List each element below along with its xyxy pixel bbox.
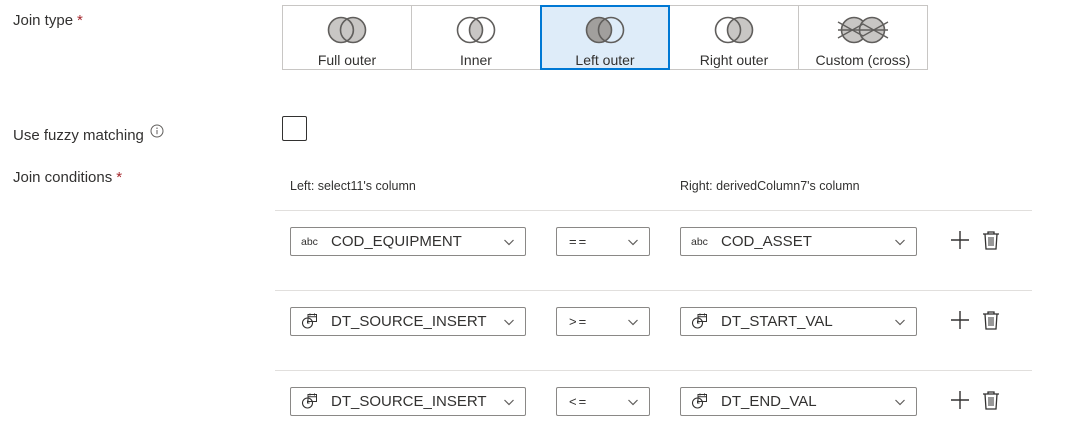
operator-dropdown[interactable]: <= — [556, 387, 650, 416]
right-column-value: COD_ASSET — [721, 233, 812, 250]
right-outer-join-icon — [714, 16, 754, 44]
fuzzy-matching-label-text: Use fuzzy matching — [13, 127, 144, 144]
required-mark: * — [77, 12, 83, 29]
join-option-label: Full outer — [317, 52, 377, 68]
chevron-down-icon — [504, 399, 514, 406]
fuzzy-matching-checkbox[interactable] — [282, 116, 307, 141]
abc-type-icon: abc — [691, 235, 708, 248]
join-option-label: Custom (cross) — [815, 52, 911, 68]
full-outer-join-icon — [327, 16, 367, 44]
right-column-header: Right: derivedColumn7's column — [680, 179, 860, 193]
operator-dropdown[interactable]: == — [556, 227, 650, 256]
chevron-down-icon — [504, 319, 514, 326]
join-conditions-label-text: Join conditions — [13, 169, 113, 186]
add-condition-icon[interactable] — [950, 230, 970, 250]
datetime-type-icon — [691, 313, 713, 330]
datetime-type-icon — [301, 393, 323, 410]
join-option-inner[interactable]: Inner — [411, 5, 541, 70]
required-mark: * — [116, 169, 123, 186]
add-condition-icon[interactable] — [950, 390, 970, 410]
delete-condition-icon[interactable] — [982, 230, 1000, 250]
chevron-down-icon — [895, 319, 905, 326]
divider — [275, 210, 1032, 211]
datetime-type-icon — [301, 313, 323, 330]
delete-condition-icon[interactable] — [982, 310, 1000, 330]
right-column-dropdown[interactable]: abc COD_ASSET — [680, 227, 917, 256]
join-conditions-label: Join conditions * — [13, 169, 122, 186]
join-option-left-outer[interactable]: Left outer — [540, 5, 670, 70]
chevron-down-icon — [504, 239, 514, 246]
divider — [275, 290, 1032, 291]
chevron-down-icon — [895, 399, 905, 406]
right-column-dropdown[interactable]: DT_END_VAL — [680, 387, 917, 416]
join-option-label: Right outer — [699, 52, 769, 68]
join-option-custom-cross[interactable]: Custom (cross) — [798, 5, 928, 70]
info-icon[interactable] — [150, 124, 164, 142]
left-column-value: DT_SOURCE_INSERT — [331, 393, 487, 410]
fuzzy-matching-label: Use fuzzy matching — [13, 124, 164, 144]
left-column-dropdown[interactable]: DT_SOURCE_INSERT — [290, 387, 526, 416]
chevron-down-icon — [895, 239, 905, 246]
join-option-label: Inner — [460, 52, 492, 68]
datetime-type-icon — [691, 393, 713, 410]
right-column-value: DT_START_VAL — [721, 313, 833, 330]
left-column-header: Left: select11's column — [290, 179, 416, 193]
operator-dropdown[interactable]: >= — [556, 307, 650, 336]
join-option-label: Left outer — [575, 52, 635, 68]
operator-value: == — [569, 234, 589, 249]
join-type-selector: Full outer Inner Left outer Right outer — [282, 5, 928, 70]
add-condition-icon[interactable] — [950, 310, 970, 330]
right-column-dropdown[interactable]: DT_START_VAL — [680, 307, 917, 336]
left-column-dropdown[interactable]: DT_SOURCE_INSERT — [290, 307, 526, 336]
left-column-dropdown[interactable]: abc COD_EQUIPMENT — [290, 227, 526, 256]
delete-condition-icon[interactable] — [982, 390, 1000, 410]
operator-value: >= — [569, 314, 589, 329]
divider — [275, 370, 1032, 371]
join-type-label: Join type * — [13, 12, 83, 29]
join-type-label-text: Join type — [13, 12, 74, 29]
left-column-value: COD_EQUIPMENT — [331, 233, 462, 250]
join-option-right-outer[interactable]: Right outer — [669, 5, 799, 70]
chevron-down-icon — [628, 399, 638, 406]
custom-cross-join-icon — [837, 16, 889, 44]
left-column-value: DT_SOURCE_INSERT — [331, 313, 487, 330]
abc-type-icon: abc — [301, 235, 318, 248]
join-option-full-outer[interactable]: Full outer — [282, 5, 412, 70]
operator-value: <= — [569, 394, 589, 409]
inner-join-icon — [456, 16, 496, 44]
right-column-value: DT_END_VAL — [721, 393, 817, 410]
chevron-down-icon — [628, 319, 638, 326]
left-outer-join-icon — [585, 16, 625, 44]
chevron-down-icon — [628, 239, 638, 246]
